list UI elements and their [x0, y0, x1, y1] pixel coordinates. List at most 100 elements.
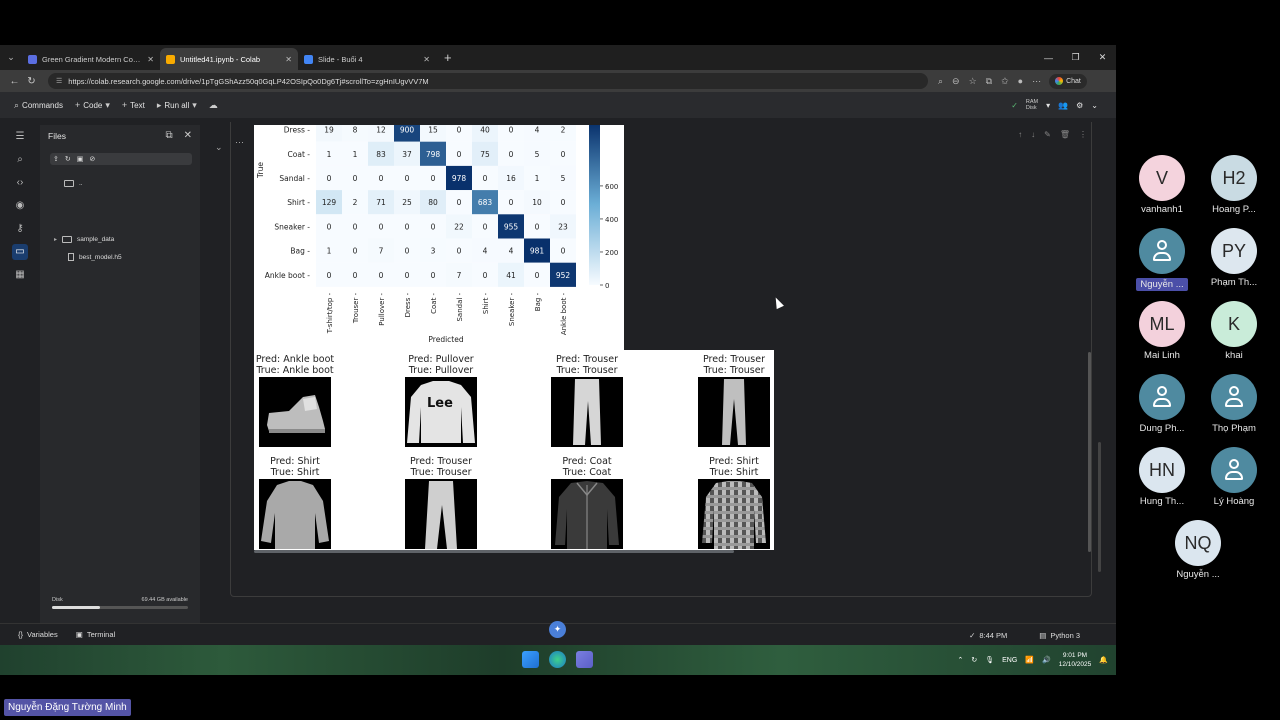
drive-save-button[interactable]: ☁	[209, 100, 218, 111]
terminal-button[interactable]: ▣ Terminal	[76, 630, 115, 639]
ram-disk-indicator[interactable]: RAM Disk	[1026, 99, 1038, 111]
language-indicator[interactable]: ENG	[1002, 657, 1017, 664]
back-icon[interactable]: ←	[6, 76, 23, 87]
close-icon[interactable]: ✕	[184, 130, 192, 141]
restore-icon[interactable]: ❐	[1062, 52, 1089, 63]
close-icon[interactable]: ✕	[285, 55, 292, 64]
participant-tile[interactable]: ML Mai Linh	[1122, 301, 1202, 361]
hide-files-icon[interactable]: ⊘	[89, 155, 95, 163]
participant-tile[interactable]: Nguyễn ...	[1122, 228, 1202, 292]
add-code-button[interactable]: + Code ▾	[75, 100, 110, 111]
chevron-down-icon[interactable]: ⌄	[1091, 101, 1098, 110]
close-window-icon[interactable]: ✕	[1089, 52, 1116, 63]
close-icon[interactable]: ✕	[147, 55, 154, 64]
profile-icon[interactable]: ●	[1018, 76, 1023, 86]
teams-icon[interactable]	[576, 651, 593, 668]
add-text-button[interactable]: + Text	[122, 100, 145, 110]
secrets-key-icon[interactable]: ⚷	[12, 221, 28, 237]
install-icon[interactable]: ⊖	[952, 76, 960, 87]
edit-icon[interactable]: ✎	[1044, 130, 1051, 139]
chevron-down-icon[interactable]: ▾	[1046, 101, 1050, 110]
variables-icon[interactable]: ◉	[12, 198, 28, 214]
participant-tile[interactable]: PY Phạm Th...	[1194, 228, 1274, 288]
commands-button[interactable]: ⌕ Commands	[14, 100, 63, 111]
participant-tile[interactable]: Vvanhanh1	[1122, 155, 1202, 215]
cell-collapse-chevron-icon[interactable]: ⌄	[215, 142, 223, 153]
share-people-icon[interactable]: 👥	[1058, 101, 1068, 110]
more-icon[interactable]: ⋯	[1032, 76, 1041, 87]
chat-button[interactable]: Chat	[1049, 73, 1087, 89]
participant-tile[interactable]: Kkhai	[1194, 301, 1274, 361]
file-item-best-model[interactable]: best_model.h5	[68, 253, 122, 261]
network-icon[interactable]: 📶	[1025, 656, 1034, 664]
files-folder-icon[interactable]: ▭	[12, 244, 28, 260]
tab-colab[interactable]: Untitled41.ipynb - Colab ✕	[160, 48, 298, 70]
favorites-icon[interactable]: ✩	[1001, 76, 1009, 87]
edge-browser-icon[interactable]	[549, 651, 566, 668]
file-item-parent[interactable]: ..	[64, 180, 83, 187]
file-item-sample-data[interactable]: ▸ sample_data	[54, 236, 114, 243]
notifications-icon[interactable]: 🔔	[1099, 656, 1108, 664]
heatmap-value: 12	[376, 126, 386, 135]
mount-drive-icon[interactable]: ▣	[77, 155, 84, 163]
more-vert-icon[interactable]: ⋮	[1079, 130, 1087, 139]
reload-icon[interactable]: ↻	[23, 76, 40, 87]
heatmap-value: 7	[457, 271, 462, 280]
execution-time[interactable]: ✓ 8:44 PM	[969, 631, 1007, 640]
tab-slide[interactable]: Slide - Buổi 4 ✕	[298, 48, 436, 70]
url-field[interactable]: ☰ https://colab.research.google.com/driv…	[48, 73, 928, 89]
variables-button[interactable]: {} Variables	[18, 630, 58, 639]
open-in-tab-icon[interactable]: ⧉	[165, 130, 172, 141]
participant-tile[interactable]: Lý Hoàng	[1194, 447, 1274, 507]
avatar	[1211, 447, 1257, 493]
participant-tile[interactable]: NQ Nguyễn ...	[1158, 520, 1238, 580]
execution-time-label: 8:44 PM	[979, 630, 1008, 640]
close-icon[interactable]: ✕	[423, 55, 430, 64]
table-icon[interactable]: ▦	[12, 267, 28, 283]
folder-icon	[62, 236, 73, 243]
zoom-icon[interactable]: ⌕	[938, 76, 943, 87]
tab-search-icon[interactable]: ⌄	[0, 45, 22, 70]
taskbar-clock[interactable]: 9:01 PM 12/10/2025	[1059, 651, 1092, 669]
toc-icon[interactable]: ☰	[12, 129, 28, 145]
upload-icon[interactable]: ⇪	[53, 155, 59, 163]
delete-icon[interactable]: 🗑	[1060, 130, 1070, 139]
gemini-button[interactable]: ✦	[549, 621, 566, 638]
move-up-icon[interactable]: ↑	[1018, 130, 1022, 139]
trouser-image	[551, 377, 623, 447]
runtime-indicator[interactable]: ▤ Python 3	[1039, 631, 1080, 640]
settings-gear-icon[interactable]: ⚙	[1076, 101, 1083, 110]
y-tick-label: Sandal -	[279, 174, 310, 183]
chevron-right-icon[interactable]: ▸	[54, 236, 57, 243]
bookmark-icon[interactable]: ☆	[969, 76, 977, 87]
chevron-down-icon[interactable]: ▾	[192, 100, 197, 111]
sync-icon[interactable]: ↻	[971, 656, 977, 664]
participant-tile[interactable]: Dung Ph...	[1122, 374, 1202, 434]
move-down-icon[interactable]: ↓	[1031, 130, 1035, 139]
minimize-icon[interactable]: —	[1035, 53, 1062, 63]
page-scrollbar[interactable]	[1098, 442, 1101, 572]
heatmap-value: 5	[535, 150, 540, 159]
output-menu-icon[interactable]: ⋯	[235, 137, 244, 148]
refresh-icon[interactable]: ↻	[65, 155, 71, 163]
participant-tile[interactable]: H2 Hoang P...	[1194, 155, 1274, 215]
volume-icon[interactable]: 🔊	[1042, 656, 1051, 664]
participant-tile[interactable]: Thọ Phạm	[1194, 374, 1274, 434]
heatmap-value: 952	[556, 271, 571, 280]
new-tab-button[interactable]: +	[444, 50, 452, 65]
run-all-button[interactable]: ▸ Run all ▾	[157, 100, 197, 111]
x-tick-label: Shirt -	[482, 292, 490, 314]
find-icon[interactable]: ⌕	[12, 152, 28, 168]
extensions-icon[interactable]: ⧉	[986, 76, 992, 87]
chevron-down-icon[interactable]: ▾	[105, 100, 110, 111]
site-info-icon[interactable]: ☰	[56, 77, 62, 85]
tab-green-gradient[interactable]: Green Gradient Modern Computer ✕	[22, 48, 160, 70]
output-horizontal-scrollbar[interactable]	[254, 550, 734, 553]
code-snippets-icon[interactable]: ‹›	[12, 175, 28, 191]
windows-start-icon[interactable]	[522, 651, 539, 668]
notebook-scrollbar[interactable]	[1088, 352, 1091, 552]
participant-tile[interactable]: HN Hung Th...	[1122, 447, 1202, 507]
chevron-up-icon[interactable]: ⌃	[957, 656, 963, 664]
microphone-icon[interactable]: 🎙	[985, 656, 994, 664]
participant-name: Phạm Th...	[1210, 277, 1258, 288]
